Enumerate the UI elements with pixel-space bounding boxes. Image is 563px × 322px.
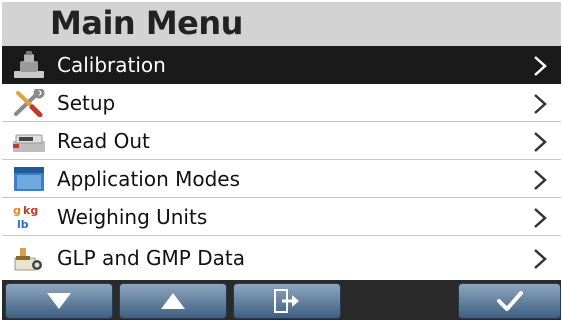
chevron-right-icon — [533, 131, 547, 153]
scroll-up-button[interactable] — [119, 283, 227, 319]
svg-text:g: g — [13, 204, 21, 217]
chevron-right-icon — [533, 93, 547, 115]
g-kg-lb-units-icon: g kg lb — [12, 203, 46, 231]
title-bar: Main Menu — [2, 2, 561, 46]
menu-item-label: Calibration — [57, 53, 166, 77]
arrow-up-icon — [161, 293, 185, 309]
menu-item-read-out[interactable]: Read Out — [2, 122, 561, 160]
menu-item-setup[interactable]: Setup — [2, 84, 561, 122]
menu-item-glp-gmp-data[interactable]: GLP and GMP Data — [2, 236, 561, 280]
chevron-right-icon — [533, 55, 547, 77]
menu-item-label: Setup — [57, 91, 116, 115]
scale-display-icon — [12, 127, 46, 155]
menu-item-label: Application Modes — [57, 167, 241, 191]
exit-icon — [274, 289, 299, 313]
chevron-right-icon — [533, 169, 547, 191]
menu-item-weighing-units[interactable]: g kg lb Weighing Units — [2, 198, 561, 236]
scroll-down-button[interactable] — [5, 283, 113, 319]
menu-item-label: Weighing Units — [57, 205, 208, 229]
page-title: Main Menu — [50, 4, 243, 42]
svg-text:kg: kg — [23, 204, 38, 217]
chevron-right-icon — [533, 248, 547, 270]
chevron-right-icon — [533, 207, 547, 229]
checkmark-icon — [496, 291, 523, 311]
confirm-button[interactable] — [458, 283, 561, 319]
svg-text:lb: lb — [17, 218, 29, 231]
calibration-weight-icon — [12, 51, 46, 79]
main-menu-screen: Main Menu Calibration Setup Read Out App… — [2, 2, 561, 320]
document-stamp-icon — [12, 244, 46, 272]
menu-item-calibration[interactable]: Calibration — [2, 46, 561, 84]
window-icon — [12, 165, 46, 193]
menu-item-application-modes[interactable]: Application Modes — [2, 160, 561, 198]
wrench-screwdriver-icon — [12, 87, 46, 118]
menu-item-label: GLP and GMP Data — [57, 246, 245, 270]
exit-button[interactable] — [233, 283, 341, 319]
menu-item-label: Read Out — [57, 129, 150, 153]
arrow-down-icon — [47, 293, 71, 309]
button-bar — [2, 280, 561, 320]
